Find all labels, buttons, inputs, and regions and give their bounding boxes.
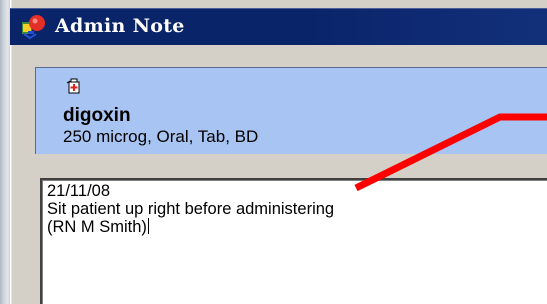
medication-icon	[66, 78, 82, 94]
note-line-signature: (RN M Smith)	[47, 218, 547, 236]
drug-name: digoxin	[63, 105, 131, 126]
admin-note-app-icon	[20, 14, 48, 40]
admin-note-textarea[interactable]: 21/11/08 Sit patient up right before adm…	[40, 178, 547, 304]
note-line-signature-text: (RN M Smith)	[47, 218, 147, 236]
note-line-instruction: Sit patient up right before administerin…	[47, 200, 335, 218]
desktop-edge	[0, 0, 10, 304]
note-line-date: 21/11/08	[47, 182, 111, 200]
admin-note-window: Admin Note digoxin 250 microg, Oral, Tab…	[10, 0, 547, 304]
title-bar[interactable]: Admin Note	[10, 8, 547, 45]
drug-info-panel: digoxin 250 microg, Oral, Tab, BD	[35, 67, 547, 154]
drug-dose: 250 microg, Oral, Tab, BD	[63, 127, 259, 146]
window-title: Admin Note	[55, 15, 185, 37]
text-caret	[147, 218, 149, 234]
